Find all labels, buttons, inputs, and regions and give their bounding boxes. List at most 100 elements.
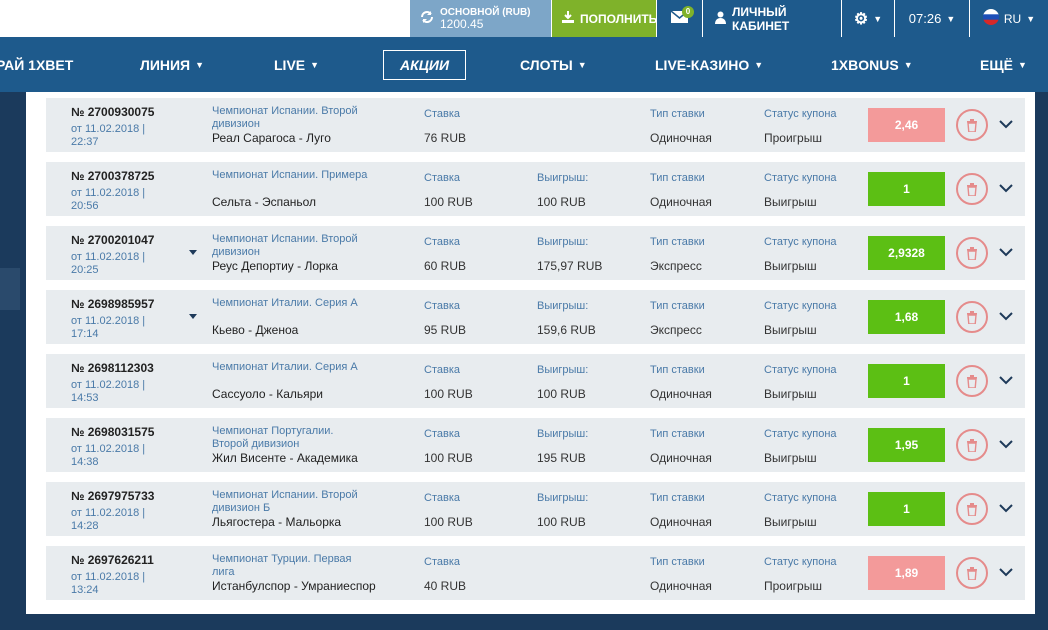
status-label: Статус купона	[764, 492, 837, 504]
stake-label: Ставка	[424, 556, 460, 568]
bet-date: от 11.02.2018 | 17:14	[71, 315, 146, 340]
bet-row[interactable]: № 2698031575 от 11.02.2018 | 14:38 Чемпион…	[46, 418, 1025, 472]
chevron-down-icon: ▼	[310, 59, 320, 70]
bet-row[interactable]: № 2697975733 от 11.02.2018 | 14:28 Чемпион…	[46, 482, 1025, 536]
nav-item-slots[interactable]: СЛОТЫ ▼	[520, 37, 587, 92]
stake-value: 40 RUB	[424, 579, 467, 593]
right-sidebar	[1034, 92, 1048, 630]
russia-flag-icon	[982, 9, 999, 28]
bet-row[interactable]: № 2700201047 от 11.02.2018 | 20:25 Чемпион…	[46, 226, 1025, 280]
bet-league: Чемпионат Испании. Примера	[212, 169, 368, 181]
mail-badge: 0	[682, 6, 694, 18]
deposit-button[interactable]: ПОПОЛНИТЬ	[552, 0, 658, 37]
bet-match: Сассуоло - Кальяри	[212, 387, 324, 401]
balance-button[interactable]: ОСНОВНОЙ (RUB) 1200.45	[410, 0, 551, 37]
chevron-down-icon: ▼	[577, 59, 587, 70]
bet-type-label: Тип ставки	[650, 428, 705, 440]
nav-item-1xbet-paradise[interactable]: РАЙ 1XBET	[0, 37, 73, 92]
personal-cabinet-button[interactable]: ЛИЧНЫЙ КАБИНЕТ	[703, 0, 841, 37]
bet-league: Чемпионат Италии. Серия А	[212, 297, 358, 309]
bet-date: от 11.02.2018 | 14:28	[71, 507, 146, 532]
status-value: Выигрыш	[764, 451, 817, 465]
bet-row[interactable]: № 2698985957 от 11.02.2018 | 17:14 Чемпион…	[46, 290, 1025, 344]
chevron-down-icon[interactable]	[996, 239, 1016, 265]
trash-icon[interactable]	[956, 173, 988, 205]
status-value: Выигрыш	[764, 387, 817, 401]
status-label: Статус купона	[764, 556, 837, 568]
win-value: 195 RUB	[537, 451, 586, 465]
language-selector[interactable]: RU ▼	[970, 0, 1048, 37]
bet-type-value: Одиночная	[650, 195, 712, 209]
trash-icon[interactable]	[956, 557, 988, 589]
trash-icon[interactable]	[956, 109, 988, 141]
stake-value: 100 RUB	[424, 515, 473, 529]
bet-date: от 11.02.2018 | 22:37	[71, 123, 146, 148]
bet-league: Чемпионат Португалии. Второй дивизион	[212, 425, 334, 450]
bet-type-value: Экспресс	[650, 323, 702, 337]
messages-button[interactable]: 0	[657, 0, 702, 37]
bet-type-label: Тип ставки	[650, 556, 705, 568]
coefficient-badge: 1	[868, 364, 945, 398]
nav-item-live-casino[interactable]: LIVE-КАЗИНО ▼	[655, 37, 763, 92]
chevron-down-icon[interactable]	[996, 175, 1016, 201]
nav-item-1xbonus[interactable]: 1XBONUS ▼	[831, 37, 913, 92]
chevron-down-icon[interactable]	[996, 367, 1016, 393]
trash-icon[interactable]	[956, 301, 988, 333]
caret-down-icon[interactable]	[189, 314, 197, 319]
status-label: Статус купона	[764, 108, 837, 120]
caret-down-icon[interactable]	[189, 250, 197, 255]
chevron-down-icon[interactable]	[996, 559, 1016, 585]
bet-number: № 2700378725	[71, 169, 155, 183]
bet-type-value: Одиночная	[650, 515, 712, 529]
chevron-down-icon: ▼	[1026, 13, 1036, 24]
chevron-down-icon[interactable]	[996, 111, 1016, 137]
left-sidebar	[0, 92, 26, 630]
nav-item-promotions[interactable]: АКЦИИ	[383, 37, 467, 92]
trash-icon[interactable]	[956, 429, 988, 461]
bet-row[interactable]: № 2698112303 от 11.02.2018 | 14:53 Чемпион…	[46, 354, 1025, 408]
gear-icon: ⚙	[853, 10, 869, 28]
trash-icon[interactable]	[956, 365, 988, 397]
chevron-down-icon: ▼	[946, 13, 956, 24]
nav-item-live[interactable]: LIVE ▼	[274, 37, 319, 92]
refresh-icon[interactable]	[420, 10, 434, 27]
settings-button[interactable]: ⚙ ▼	[842, 0, 894, 37]
nav-item-line[interactable]: ЛИНИЯ ▼	[140, 37, 204, 92]
status-value: Проигрыш	[764, 131, 822, 145]
bet-match: Жил Висенте - Академика	[212, 451, 358, 465]
chevron-down-icon[interactable]	[996, 431, 1016, 457]
balance-value: 1200.45	[440, 16, 484, 31]
bet-league: Чемпионат Испании. Второй дивизион Б	[212, 489, 358, 514]
win-value: 100 RUB	[537, 515, 586, 529]
bet-number: № 2697975733	[71, 489, 155, 503]
win-label: Выигрыш:	[537, 300, 589, 312]
bet-date: от 11.02.2018 | 14:53	[71, 379, 146, 404]
win-label: Выигрыш:	[537, 492, 589, 504]
stake-value: 100 RUB	[424, 387, 473, 401]
chevron-down-icon: ▼	[1017, 59, 1027, 70]
bet-row[interactable]: № 2697626211 от 11.02.2018 | 13:24 Чемпион…	[46, 546, 1025, 600]
stake-label: Ставка	[424, 428, 460, 440]
time-value: 07:26	[908, 11, 942, 26]
bet-type-label: Тип ставки	[650, 492, 705, 504]
stake-value: 76 RUB	[424, 131, 467, 145]
trash-icon[interactable]	[956, 237, 988, 269]
coefficient-badge: 1,89	[868, 556, 945, 590]
chevron-down-icon[interactable]	[996, 303, 1016, 329]
stake-value: 60 RUB	[424, 259, 467, 273]
nav-item-more[interactable]: ЕЩЁ ▼	[980, 37, 1027, 92]
bet-number: № 2698031575	[71, 425, 155, 439]
bet-row[interactable]: № 2700930075 от 11.02.2018 | 22:37 Чемпион…	[46, 98, 1025, 152]
nav-label: РАЙ 1XBET	[0, 56, 74, 73]
bet-number: № 2698985957	[71, 297, 155, 311]
win-label: Выигрыш:	[537, 236, 589, 248]
stake-value: 100 RUB	[424, 451, 473, 465]
bet-date: от 11.02.2018 | 20:25	[71, 251, 146, 276]
chevron-down-icon[interactable]	[996, 495, 1016, 521]
trash-icon[interactable]	[956, 493, 988, 525]
chevron-down-icon: ▼	[754, 59, 764, 70]
time-selector[interactable]: 07:26 ▼	[895, 0, 969, 37]
bet-row[interactable]: № 2700378725 от 11.02.2018 | 20:56 Чемпион…	[46, 162, 1025, 216]
deposit-label: ПОПОЛНИТЬ	[580, 11, 658, 26]
bet-type-value: Экспресс	[650, 259, 702, 273]
